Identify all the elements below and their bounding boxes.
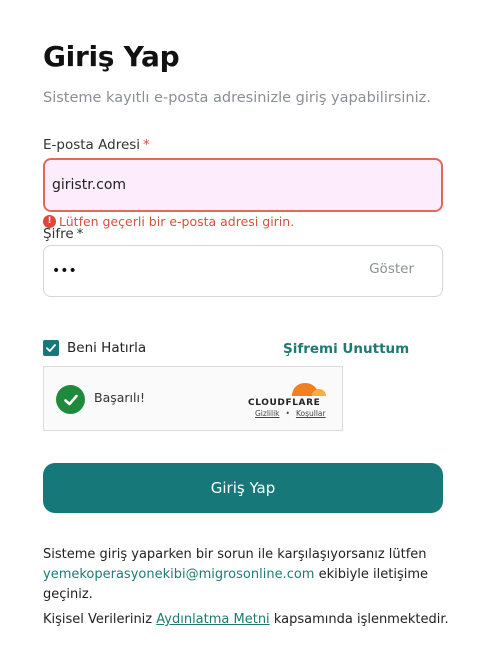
remember-label: Beni Hatırla (67, 340, 147, 356)
email-error-text: Lütfen geçerli bir e-posta adresi girin. (59, 214, 295, 229)
password-label-text: Şifre (43, 226, 74, 242)
page-title: Giriş Yap (43, 40, 180, 73)
privacy-link[interactable]: Gizlilik (255, 409, 280, 418)
help-text-prefix: Sisteme giriş yaparken bir sorun ile kar… (43, 547, 427, 562)
link-separator: • (285, 409, 290, 418)
page-subtitle: Sisteme kayıtlı e-posta adresinizle giri… (43, 90, 431, 106)
forgot-password-link[interactable]: Şifremi Unuttum (283, 341, 409, 357)
remember-me[interactable]: Beni Hatırla (43, 340, 146, 356)
support-email-link[interactable]: yemekoperasyonekibi@migrosonline.com (43, 567, 314, 582)
email-label: E-posta Adresi * (43, 137, 150, 153)
help-text: Sisteme giriş yaparken bir sorun ile kar… (43, 545, 453, 605)
cloudflare-logo-text: CLOUDFLARE (248, 398, 321, 408)
show-password-button[interactable]: Göster (369, 261, 414, 277)
captcha-links: Gizlilik • Koşullar (255, 409, 326, 418)
password-field-wrapper: Göster (43, 245, 443, 297)
privacy-notice: Kişisel Verileriniz Aydınlatma Metni kap… (43, 612, 449, 627)
email-label-text: E-posta Adresi (43, 137, 141, 153)
captcha-status: Başarılı! (94, 390, 145, 405)
privacy-notice-prefix: Kişisel Verileriniz (43, 612, 153, 627)
checkmark-icon (46, 344, 56, 352)
terms-link[interactable]: Koşullar (296, 409, 326, 418)
captcha-widget[interactable]: Başarılı! CLOUDFLARE Gizlilik • Koşullar (43, 366, 343, 431)
email-input[interactable] (43, 158, 443, 212)
cloudflare-cloud-icon (292, 383, 326, 396)
password-input[interactable] (44, 246, 354, 296)
login-button[interactable]: Giriş Yap (43, 463, 443, 513)
password-label: Şifre * (43, 226, 83, 242)
remember-checkbox[interactable] (43, 340, 59, 356)
required-mark: * (76, 226, 84, 242)
disclosure-text-link[interactable]: Aydınlatma Metni (156, 612, 269, 627)
required-mark: * (143, 137, 150, 153)
privacy-notice-suffix: kapsamında işlenmektedir. (273, 612, 449, 627)
success-check-icon (56, 385, 85, 414)
